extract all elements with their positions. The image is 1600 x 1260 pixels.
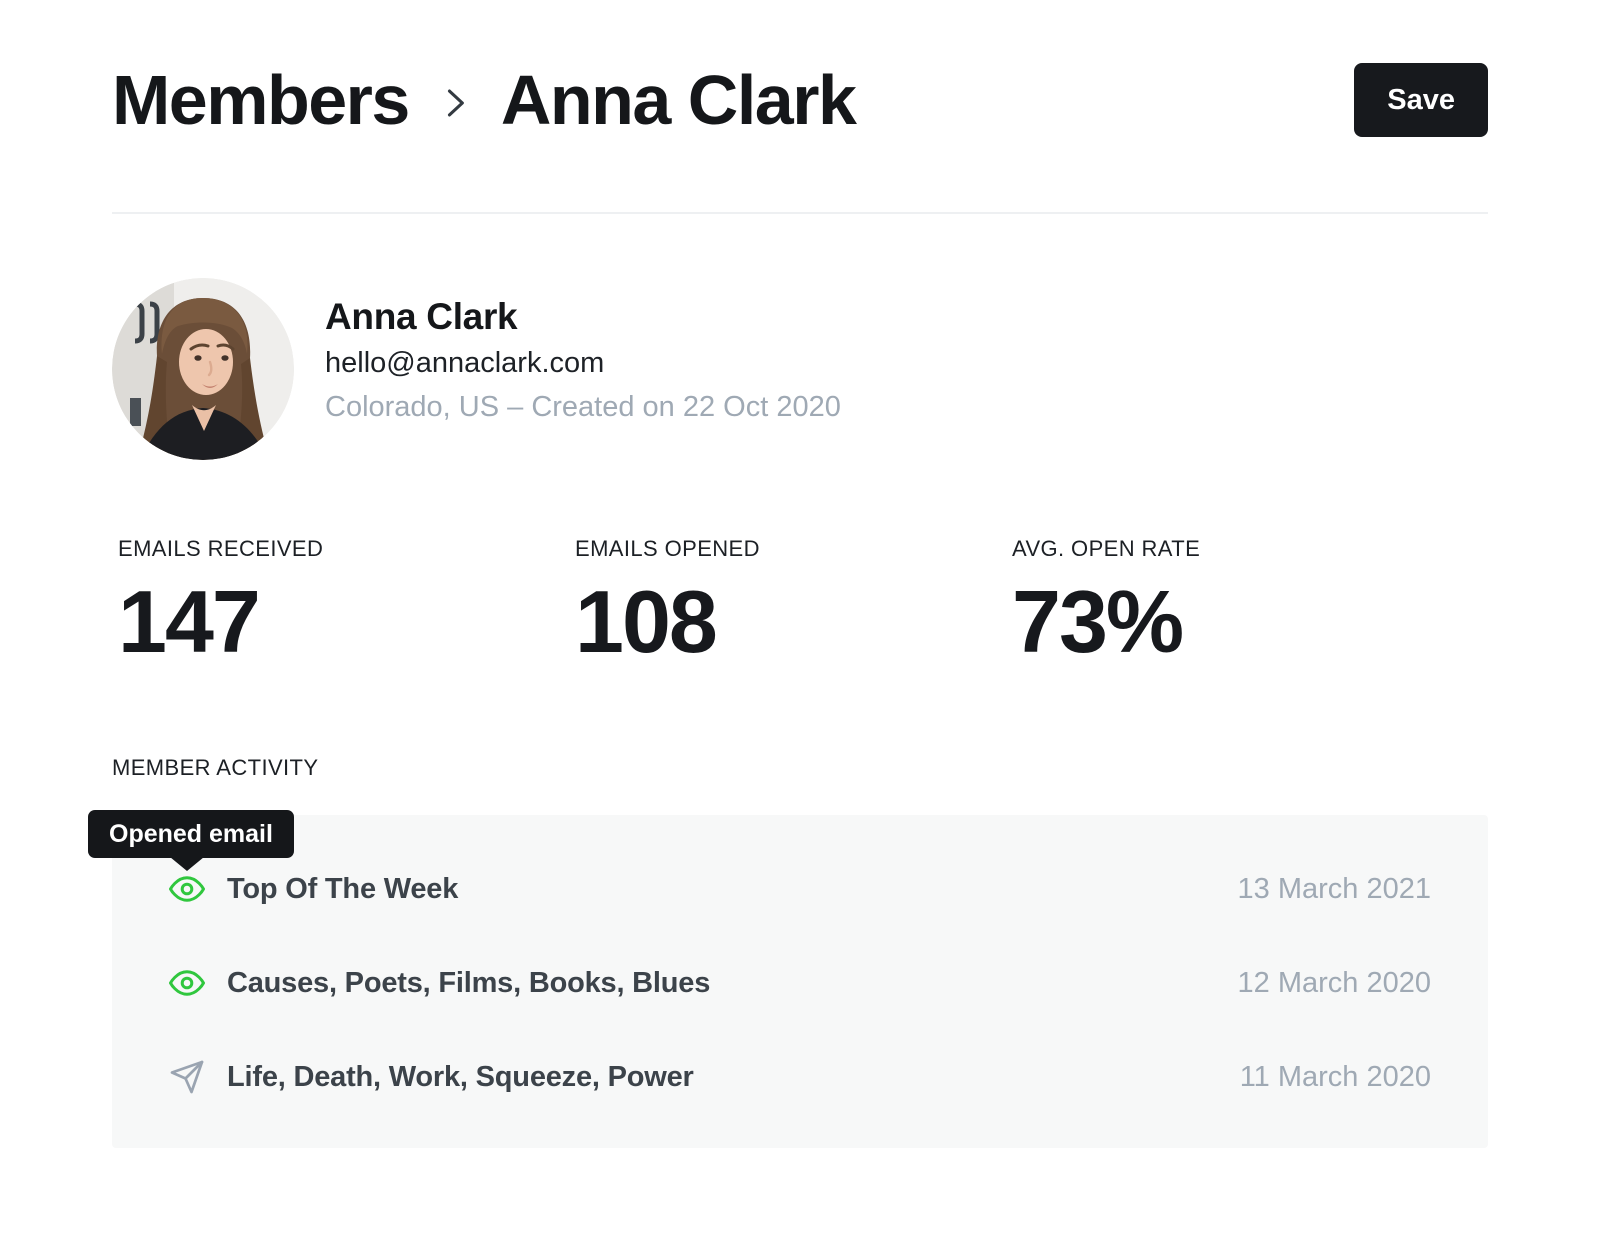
stat-value: 73% (1012, 578, 1200, 666)
activity-title: Life, Death, Work, Squeeze, Power (227, 1061, 694, 1094)
activity-row: Life, Death, Work, Squeeze, Power 11 Mar… (169, 1030, 1431, 1124)
activity-panel-wrap: Opened email Top Of The Week 13 March 20… (112, 815, 1488, 1148)
breadcrumb-members-link[interactable]: Members (112, 60, 409, 140)
activity-date: 12 March 2020 (1238, 967, 1431, 1000)
member-activity-section: MEMBER ACTIVITY Opened email Top Of The … (112, 755, 1488, 1148)
tooltip-label: Opened email (109, 820, 273, 848)
eye-icon[interactable] (169, 871, 205, 907)
stat-avg-open-rate: AVG. OPEN RATE 73% (1012, 536, 1200, 666)
member-activity-heading: MEMBER ACTIVITY (112, 755, 1488, 781)
activity-row: Causes, Poets, Films, Books, Blues 12 Ma… (169, 936, 1431, 1030)
stat-emails-opened: EMAILS OPENED 108 (575, 536, 1012, 666)
tooltip-caret (170, 857, 204, 871)
avatar-portrait-image (112, 278, 294, 460)
activity-panel: Top Of The Week 13 March 2021 Causes, Po… (112, 815, 1488, 1148)
header-divider (112, 212, 1488, 214)
page-header: Members Anna Clark Save (112, 60, 1488, 140)
member-meta: Colorado, US – Created on 22 Oct 2020 (325, 385, 841, 429)
avatar (112, 278, 294, 460)
stat-label: EMAILS OPENED (575, 536, 1012, 562)
member-detail-page: Members Anna Clark Save (0, 60, 1600, 1260)
breadcrumb: Members Anna Clark (112, 60, 855, 140)
activity-date: 11 March 2020 (1240, 1061, 1431, 1094)
member-stats: EMAILS RECEIVED 147 EMAILS OPENED 108 AV… (112, 536, 1488, 666)
member-profile: Anna Clark hello@annaclark.com Colorado,… (112, 278, 1488, 460)
activity-date: 13 March 2021 (1238, 873, 1431, 906)
stat-label: AVG. OPEN RATE (1012, 536, 1200, 562)
activity-title: Top Of The Week (227, 873, 458, 906)
page-title: Anna Clark (501, 60, 856, 140)
save-button[interactable]: Save (1354, 63, 1488, 137)
activity-title: Causes, Poets, Films, Books, Blues (227, 967, 710, 1000)
member-name: Anna Clark (325, 294, 841, 340)
send-icon[interactable] (169, 1059, 205, 1095)
opened-email-tooltip: Opened email (88, 810, 294, 858)
chevron-right-icon (433, 81, 477, 125)
member-email: hello@annaclark.com (325, 341, 841, 385)
stat-emails-received: EMAILS RECEIVED 147 (118, 536, 575, 666)
activity-row: Top Of The Week 13 March 2021 (169, 842, 1431, 936)
stat-label: EMAILS RECEIVED (118, 536, 575, 562)
profile-info: Anna Clark hello@annaclark.com Colorado,… (325, 278, 841, 460)
stat-value: 147 (118, 578, 575, 666)
stat-value: 108 (575, 578, 1012, 666)
eye-icon[interactable] (169, 965, 205, 1001)
